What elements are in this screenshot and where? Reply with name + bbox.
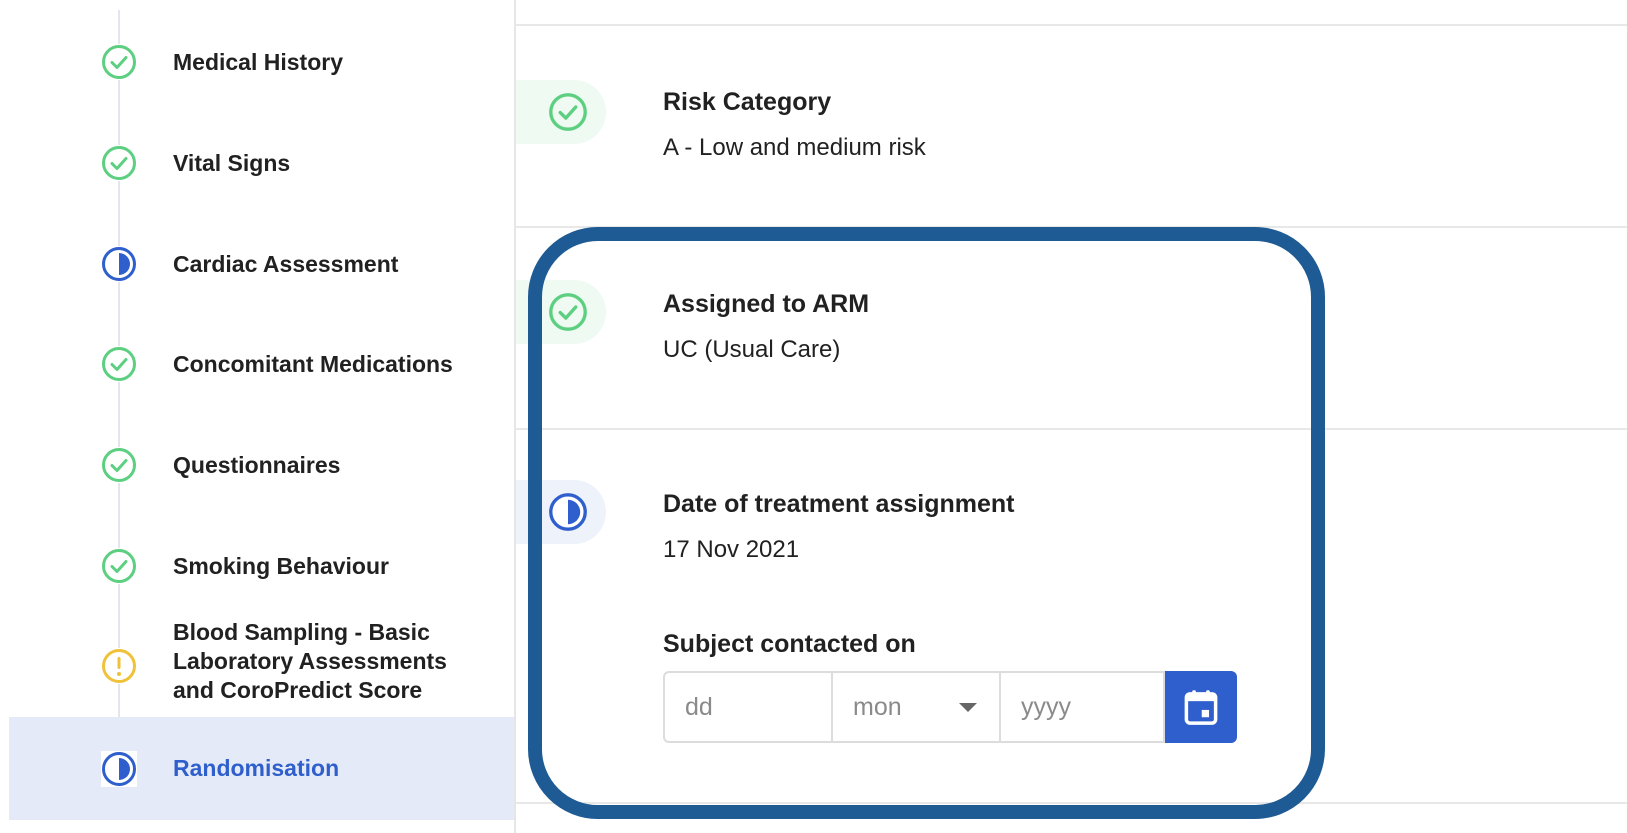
sidebar-item-label: Cardiac Assessment <box>173 250 399 277</box>
field-value: 17 Nov 2021 <box>663 536 800 563</box>
sidebar-item-smoking-behaviour[interactable]: Smoking Behaviour <box>0 548 514 584</box>
sidebar-item-blood-sampling[interactable]: Blood Sampling - Basic Laboratory Assess… <box>0 619 514 703</box>
status-indicator <box>516 280 606 344</box>
check-circle-icon <box>101 447 137 483</box>
label-line: and CoroPredict Score <box>173 677 423 703</box>
half-circle-icon <box>549 493 587 531</box>
check-circle-icon <box>101 145 137 181</box>
sidebar-item-questionnaires[interactable]: Questionnaires <box>0 447 514 483</box>
exclamation-circle-icon <box>101 648 137 684</box>
field-title: Assigned to ARM <box>663 290 870 318</box>
check-circle-icon <box>549 93 587 131</box>
check-circle-icon <box>101 548 137 584</box>
half-circle-icon <box>101 750 137 787</box>
month-select[interactable]: mon <box>833 671 1001 743</box>
field-treatment-date: Date of treatment assignment 17 Nov 2021… <box>516 430 1627 802</box>
subject-contacted-label: Subject contacted on <box>663 630 916 658</box>
year-input[interactable]: yyyy <box>1001 671 1165 743</box>
caret-down-icon <box>959 702 977 712</box>
field-assigned-arm: Assigned to ARM UC (Usual Care) <box>516 228 1627 428</box>
field-title: Risk Category <box>663 88 832 116</box>
sidebar-item-label: Medical History <box>173 48 343 75</box>
field-value: A - Low and medium risk <box>663 134 926 161</box>
sidebar-item-label: Blood Sampling - Basic Laboratory Assess… <box>173 618 447 705</box>
sidebar: Medical History Vital Signs Cardiac Asse… <box>0 0 516 833</box>
calendar-button[interactable] <box>1165 671 1237 743</box>
calendar-icon <box>1184 690 1218 725</box>
field-risk-category: Risk Category A - Low and medium risk <box>516 0 1627 226</box>
sidebar-item-vital-signs[interactable]: Vital Signs <box>0 145 514 181</box>
divider <box>516 802 1627 804</box>
check-circle-icon <box>101 346 137 382</box>
sidebar-item-randomisation[interactable]: Randomisation <box>9 717 514 820</box>
status-indicator <box>516 480 606 544</box>
check-circle-icon <box>549 293 587 331</box>
day-input[interactable]: dd <box>663 671 833 743</box>
contact-date-input: dd mon yyyy <box>663 671 1237 743</box>
sidebar-item-label: Questionnaires <box>173 451 341 478</box>
sidebar-item-medical-history[interactable]: Medical History <box>0 44 514 80</box>
sidebar-item-label: Smoking Behaviour <box>173 552 389 579</box>
sidebar-item-label: Concomitant Medications <box>173 350 453 377</box>
sidebar-item-concomitant-medications[interactable]: Concomitant Medications <box>0 346 514 382</box>
field-value: UC (Usual Care) <box>663 336 841 363</box>
label-line: Blood Sampling - Basic <box>173 619 430 645</box>
month-value: mon <box>853 692 902 721</box>
sidebar-item-label: Vital Signs <box>173 149 291 176</box>
check-circle-icon <box>101 44 137 80</box>
status-indicator <box>516 80 606 144</box>
sidebar-item-cardiac-assessment[interactable]: Cardiac Assessment <box>0 246 514 282</box>
main-content: Risk Category A - Low and medium risk As… <box>516 0 1627 833</box>
half-circle-icon <box>101 246 137 282</box>
field-title: Date of treatment assignment <box>663 490 1015 518</box>
label-line: Laboratory Assessments <box>173 648 447 674</box>
sidebar-item-label: Randomisation <box>173 755 340 781</box>
